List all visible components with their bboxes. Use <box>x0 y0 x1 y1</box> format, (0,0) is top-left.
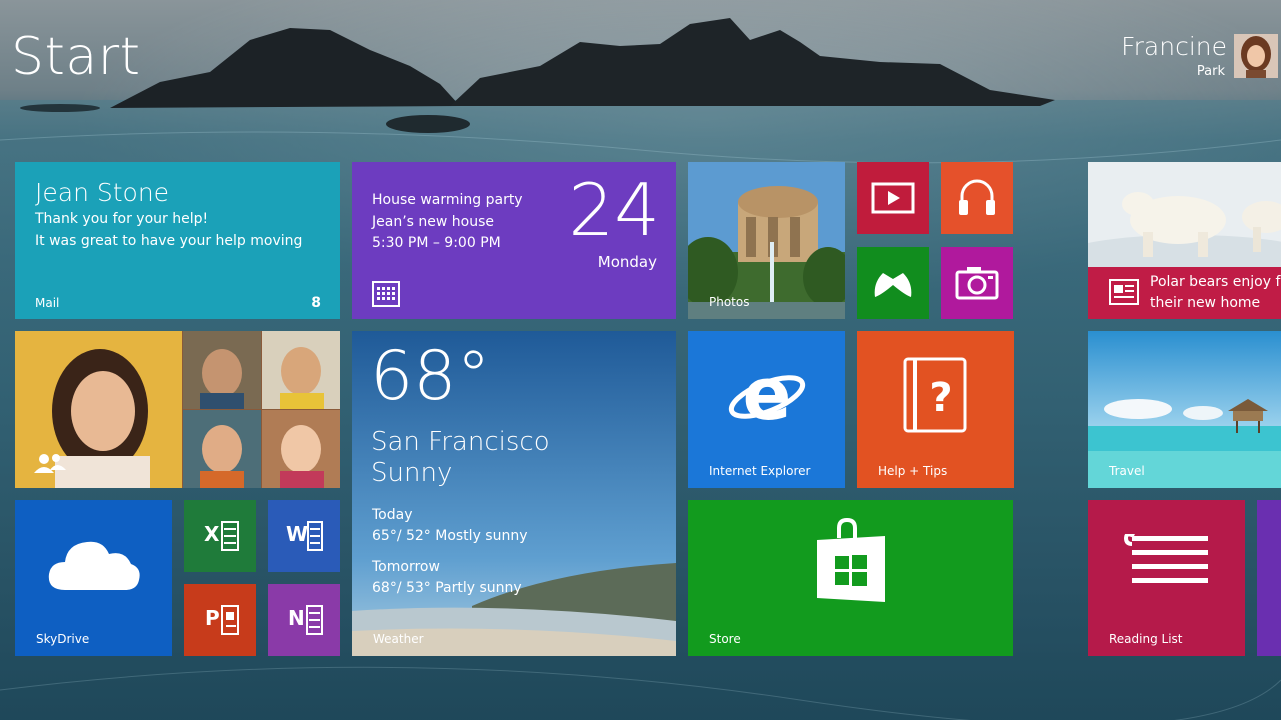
weather-tile[interactable]: 68° San Francisco Sunny Today 65°/ 52° M… <box>352 331 676 656</box>
skydrive-tile-label: SkyDrive <box>36 632 90 646</box>
news-tile[interactable]: Polar bears enjoy fu their new home <box>1088 162 1281 319</box>
newspaper-icon <box>1109 279 1139 305</box>
help-tips-tile[interactable]: ? Help + Tips <box>857 331 1014 488</box>
mail-unread-count: 8 <box>311 295 321 311</box>
video-icon <box>871 182 915 214</box>
page-title: Start <box>11 27 141 87</box>
powerpoint-tile[interactable]: P <box>184 584 256 656</box>
help-tips-tile-label: Help + Tips <box>878 464 948 478</box>
calendar-event-location: Jean’s new house <box>372 213 494 230</box>
word-tile[interactable]: W <box>268 500 340 572</box>
travel-tile[interactable]: Travel <box>1088 331 1281 488</box>
news-headline-line2: their new home <box>1150 295 1261 311</box>
photos-tile[interactable]: Photos <box>688 162 845 319</box>
music-tile[interactable] <box>941 162 1013 234</box>
user-first-name[interactable]: Francine <box>1121 32 1227 61</box>
mail-preview-line2: It was great to have your help moving <box>35 233 303 249</box>
cloud-icon <box>48 541 140 590</box>
store-tile-label: Store <box>709 632 741 646</box>
store-tile[interactable]: Store <box>688 500 1013 656</box>
weather-tomorrow-label: Tomorrow <box>372 559 440 575</box>
svg-text:?: ? <box>929 375 952 421</box>
store-bag-icon <box>817 518 885 602</box>
weather-city: San Francisco <box>371 427 550 457</box>
weather-today-label: Today <box>372 507 413 523</box>
calendar-day-name: Monday <box>597 253 657 271</box>
reading-list-tile[interactable]: Reading List <box>1088 500 1245 656</box>
mail-tile-label: Mail <box>35 296 60 310</box>
mail-preview-line1: Thank you for your help! <box>35 211 209 227</box>
reading-list-tile-label: Reading List <box>1109 632 1183 646</box>
calendar-tile[interactable]: House warming party Jean’s new house 5:3… <box>352 162 676 319</box>
calendar-event: House warming party Jean’s new house 5:3… <box>372 190 523 255</box>
avatar[interactable] <box>1234 34 1278 78</box>
people-tile[interactable] <box>15 331 340 488</box>
travel-tile-label: Travel <box>1109 464 1145 478</box>
mail-sender: Jean Stone <box>35 178 170 207</box>
news-headline-line1: Polar bears enjoy fu <box>1150 274 1281 290</box>
weather-tomorrow-forecast: 68°/ 53° Partly sunny <box>372 580 522 596</box>
onenote-letter: N <box>288 606 305 630</box>
headphones-icon <box>959 179 995 215</box>
help-book-icon: ? <box>903 357 967 433</box>
internet-explorer-icon: e <box>728 357 806 436</box>
internet-explorer-tile-label: Internet Explorer <box>709 464 811 478</box>
news-image <box>1088 162 1281 267</box>
camera-icon <box>955 267 999 300</box>
calendar-event-time: 5:30 PM – 9:00 PM <box>372 235 501 251</box>
mail-tile[interactable]: Jean Stone Thank you for your help! It w… <box>15 162 340 319</box>
excel-tile[interactable]: X <box>184 500 256 572</box>
photos-tile-label: Photos <box>709 295 750 309</box>
offscreen-tile[interactable] <box>1257 500 1281 656</box>
powerpoint-letter: P <box>205 606 220 630</box>
weather-tile-label: Weather <box>373 632 424 646</box>
weather-condition: Sunny <box>371 458 453 488</box>
calendar-event-title: House warming party <box>372 192 523 208</box>
weather-today-forecast: 65°/ 52° Mostly sunny <box>372 528 528 544</box>
user-last-name[interactable]: Park <box>1197 64 1225 79</box>
weather-temperature: 68° <box>370 337 491 416</box>
skydrive-tile[interactable]: SkyDrive <box>15 500 172 656</box>
news-headline: Polar bears enjoy fu their new home <box>1150 272 1281 314</box>
word-letter: W <box>286 522 309 546</box>
internet-explorer-tile[interactable]: e Internet Explorer <box>688 331 845 488</box>
camera-tile[interactable] <box>941 247 1013 319</box>
games-tile[interactable] <box>857 247 929 319</box>
xbox-controller-icon <box>874 273 912 297</box>
calendar-day-number: 24 <box>568 168 660 252</box>
reading-list-icon <box>1124 534 1208 583</box>
calendar-grid-icon <box>372 281 400 307</box>
onenote-tile[interactable]: N <box>268 584 340 656</box>
excel-letter: X <box>204 522 220 546</box>
avatar-photo <box>1234 34 1278 78</box>
video-tile[interactable] <box>857 162 929 234</box>
svg-text:e: e <box>743 357 792 436</box>
people-icon <box>34 454 66 473</box>
